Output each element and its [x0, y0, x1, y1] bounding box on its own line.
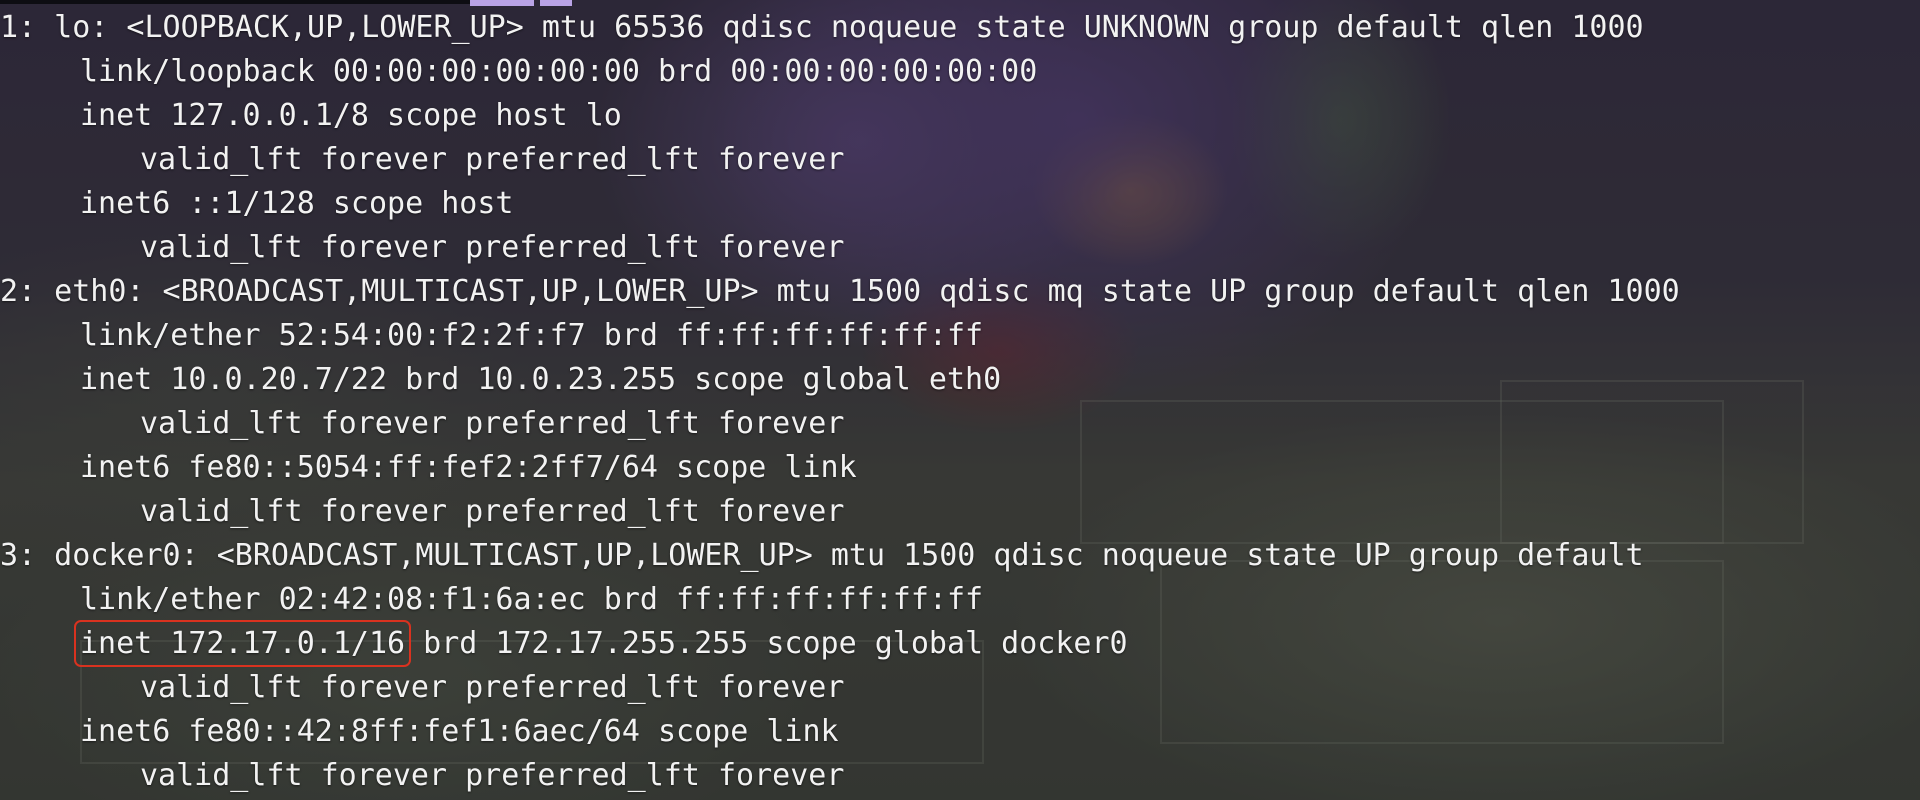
terminal-line: inet 172.17.0.1/16 brd 172.17.255.255 sc…: [0, 620, 1680, 667]
terminal-line-text: valid_lft forever preferred_lft forever: [140, 758, 845, 793]
terminal-line: valid_lft forever preferred_lft forever: [0, 138, 1680, 182]
terminal-line: link/loopback 00:00:00:00:00:00 brd 00:0…: [0, 50, 1680, 94]
terminal-line: inet 127.0.0.1/8 scope host lo: [0, 94, 1680, 138]
terminal-line: valid_lft forever preferred_lft forever: [0, 666, 1680, 710]
terminal-line-text: link/loopback 00:00:00:00:00:00 brd 00:0…: [80, 54, 1038, 89]
terminal-line: inet6 fe80::5054:ff:fef2:2ff7/64 scope l…: [0, 446, 1680, 490]
highlighted-inet-address: inet 172.17.0.1/16: [73, 620, 412, 667]
terminal-top-strip: [0, 0, 470, 4]
terminal-line: valid_lft forever preferred_lft forever: [0, 754, 1680, 798]
terminal-line: valid_lft forever preferred_lft forever: [0, 402, 1680, 446]
terminal-line-text: 3: docker0: <BROADCAST,MULTICAST,UP,LOWE…: [0, 538, 1644, 573]
terminal-line: 3: docker0: <BROADCAST,MULTICAST,UP,LOWE…: [0, 534, 1680, 578]
terminal-line-text: valid_lft forever preferred_lft forever: [140, 406, 845, 441]
terminal-line-text: brd 172.17.255.255 scope global docker0: [405, 626, 1128, 661]
terminal-line-text: link/ether 52:54:00:f2:2f:f7 brd ff:ff:f…: [80, 318, 984, 353]
terminal-line: valid_lft forever preferred_lft forever: [0, 226, 1680, 270]
terminal-line: inet 10.0.20.7/22 brd 10.0.23.255 scope …: [0, 358, 1680, 402]
terminal-line: 2: eth0: <BROADCAST,MULTICAST,UP,LOWER_U…: [0, 270, 1680, 314]
terminal-line: inet6 ::1/128 scope host: [0, 182, 1680, 226]
terminal-line-text: inet 10.0.20.7/22 brd 10.0.23.255 scope …: [80, 362, 1002, 397]
terminal-line-text: link/ether 02:42:08:f1:6a:ec brd ff:ff:f…: [80, 582, 984, 617]
terminal-line-text: inet6 ::1/128 scope host: [80, 186, 514, 221]
terminal-line-text: valid_lft forever preferred_lft forever: [140, 494, 845, 529]
terminal-line: 1: lo: <LOOPBACK,UP,LOWER_UP> mtu 65536 …: [0, 6, 1680, 50]
terminal-line-text: inet6 fe80::5054:ff:fef2:2ff7/64 scope l…: [80, 450, 857, 485]
terminal-line-text: inet6 fe80::42:8ff:fef1:6aec/64 scope li…: [80, 714, 839, 749]
terminal-line-text: 1: lo: <LOOPBACK,UP,LOWER_UP> mtu 65536 …: [0, 10, 1644, 45]
terminal-line-text: inet 127.0.0.1/8 scope host lo: [80, 98, 622, 133]
terminal-line-text: valid_lft forever preferred_lft forever: [140, 142, 845, 177]
terminal-line: link/ether 52:54:00:f2:2f:f7 brd ff:ff:f…: [0, 314, 1680, 358]
terminal-line-text: valid_lft forever preferred_lft forever: [140, 670, 845, 705]
terminal-line-text: valid_lft forever preferred_lft forever: [140, 230, 845, 265]
terminal-line: valid_lft forever preferred_lft forever: [0, 490, 1680, 534]
terminal-line: inet6 fe80::42:8ff:fef1:6aec/64 scope li…: [0, 710, 1680, 754]
terminal-line-text: 2: eth0: <BROADCAST,MULTICAST,UP,LOWER_U…: [0, 274, 1680, 309]
terminal-line: link/ether 02:42:08:f1:6a:ec brd ff:ff:f…: [0, 578, 1680, 622]
terminal-output[interactable]: 1: lo: <LOOPBACK,UP,LOWER_UP> mtu 65536 …: [0, 6, 1680, 798]
